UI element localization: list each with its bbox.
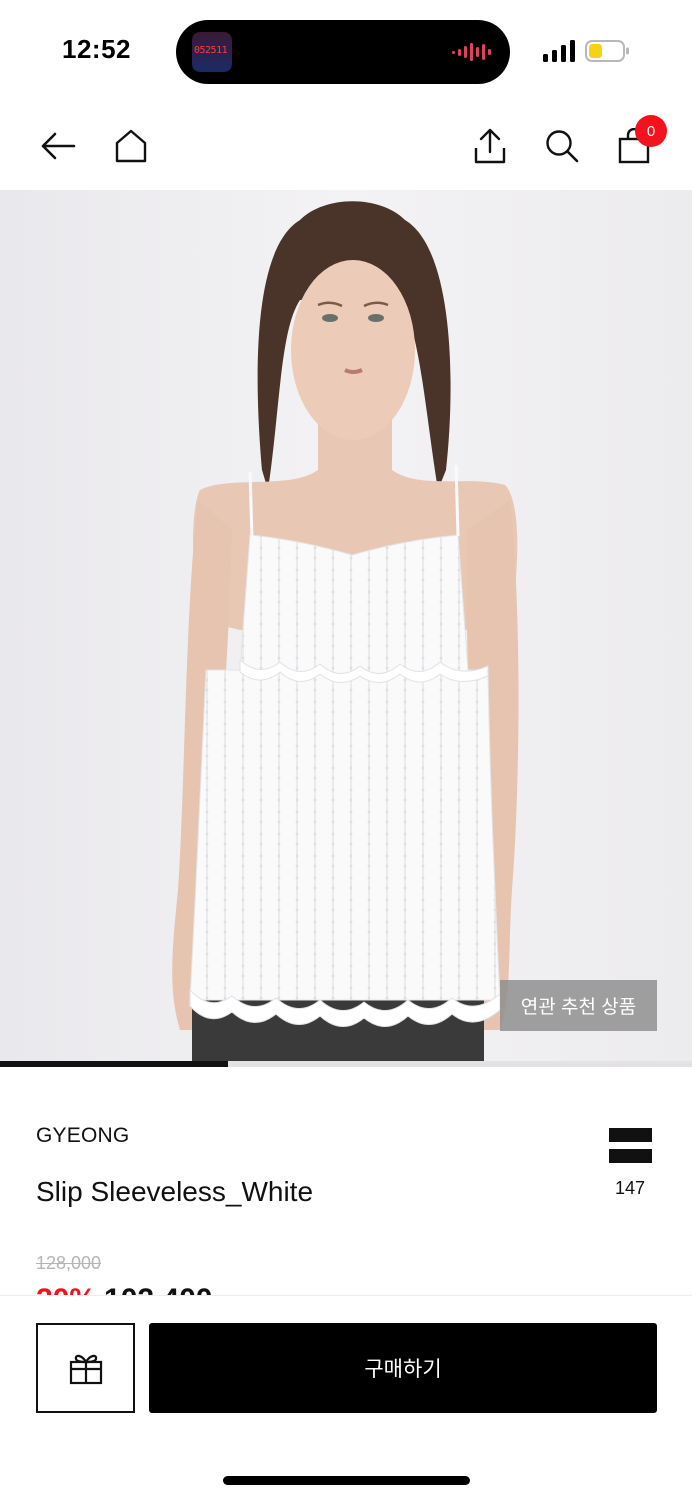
like-icon bbox=[609, 1128, 652, 1142]
island-media-thumbnail: 052511 bbox=[192, 32, 232, 72]
dynamic-island[interactable]: 052511 bbox=[176, 20, 510, 84]
status-bar: 12:52 052511 bbox=[0, 0, 692, 100]
like-icon-lower-bar bbox=[609, 1149, 652, 1163]
like-count: 147 bbox=[614, 1178, 646, 1198]
back-button[interactable] bbox=[38, 126, 78, 166]
cart-count-badge: 0 bbox=[635, 115, 667, 147]
home-indicator[interactable] bbox=[223, 1476, 470, 1485]
island-thumb-text: 052511 bbox=[194, 45, 228, 56]
original-price: 128,000 bbox=[36, 1253, 102, 1273]
cellular-signal-icon bbox=[543, 40, 575, 62]
discount-rate: 20% bbox=[36, 1283, 96, 1295]
audio-wave-icon bbox=[452, 43, 491, 61]
buy-button[interactable]: 구매하기 bbox=[149, 1323, 657, 1413]
share-button[interactable] bbox=[470, 126, 510, 166]
like-button[interactable]: 147 bbox=[606, 1128, 654, 1204]
gift-icon bbox=[69, 1354, 102, 1385]
related-products-button[interactable]: 연관 추천 상품 bbox=[500, 980, 657, 1031]
top-navigation bbox=[0, 100, 692, 190]
brand-name[interactable]: GYEONG bbox=[36, 1124, 129, 1148]
home-icon bbox=[115, 129, 147, 163]
product-photo bbox=[0, 190, 692, 1067]
product-title: Slip Sleeveless_White bbox=[36, 1176, 314, 1207]
sale-price: 102,400 bbox=[104, 1283, 212, 1295]
battery-icon bbox=[585, 40, 629, 62]
gallery-progress-bar bbox=[0, 1061, 692, 1067]
product-image-gallery[interactable]: 연관 추천 상품 bbox=[0, 190, 692, 1067]
status-time: 12:52 bbox=[62, 34, 131, 64]
home-button[interactable] bbox=[111, 126, 151, 166]
gift-button[interactable] bbox=[36, 1323, 135, 1413]
search-button[interactable] bbox=[542, 126, 582, 166]
search-icon bbox=[546, 130, 579, 163]
back-arrow-icon bbox=[41, 132, 76, 160]
share-icon bbox=[474, 128, 506, 164]
sale-price-row: 20% 102,400 bbox=[36, 1283, 213, 1295]
gallery-progress-fill bbox=[0, 1061, 229, 1067]
